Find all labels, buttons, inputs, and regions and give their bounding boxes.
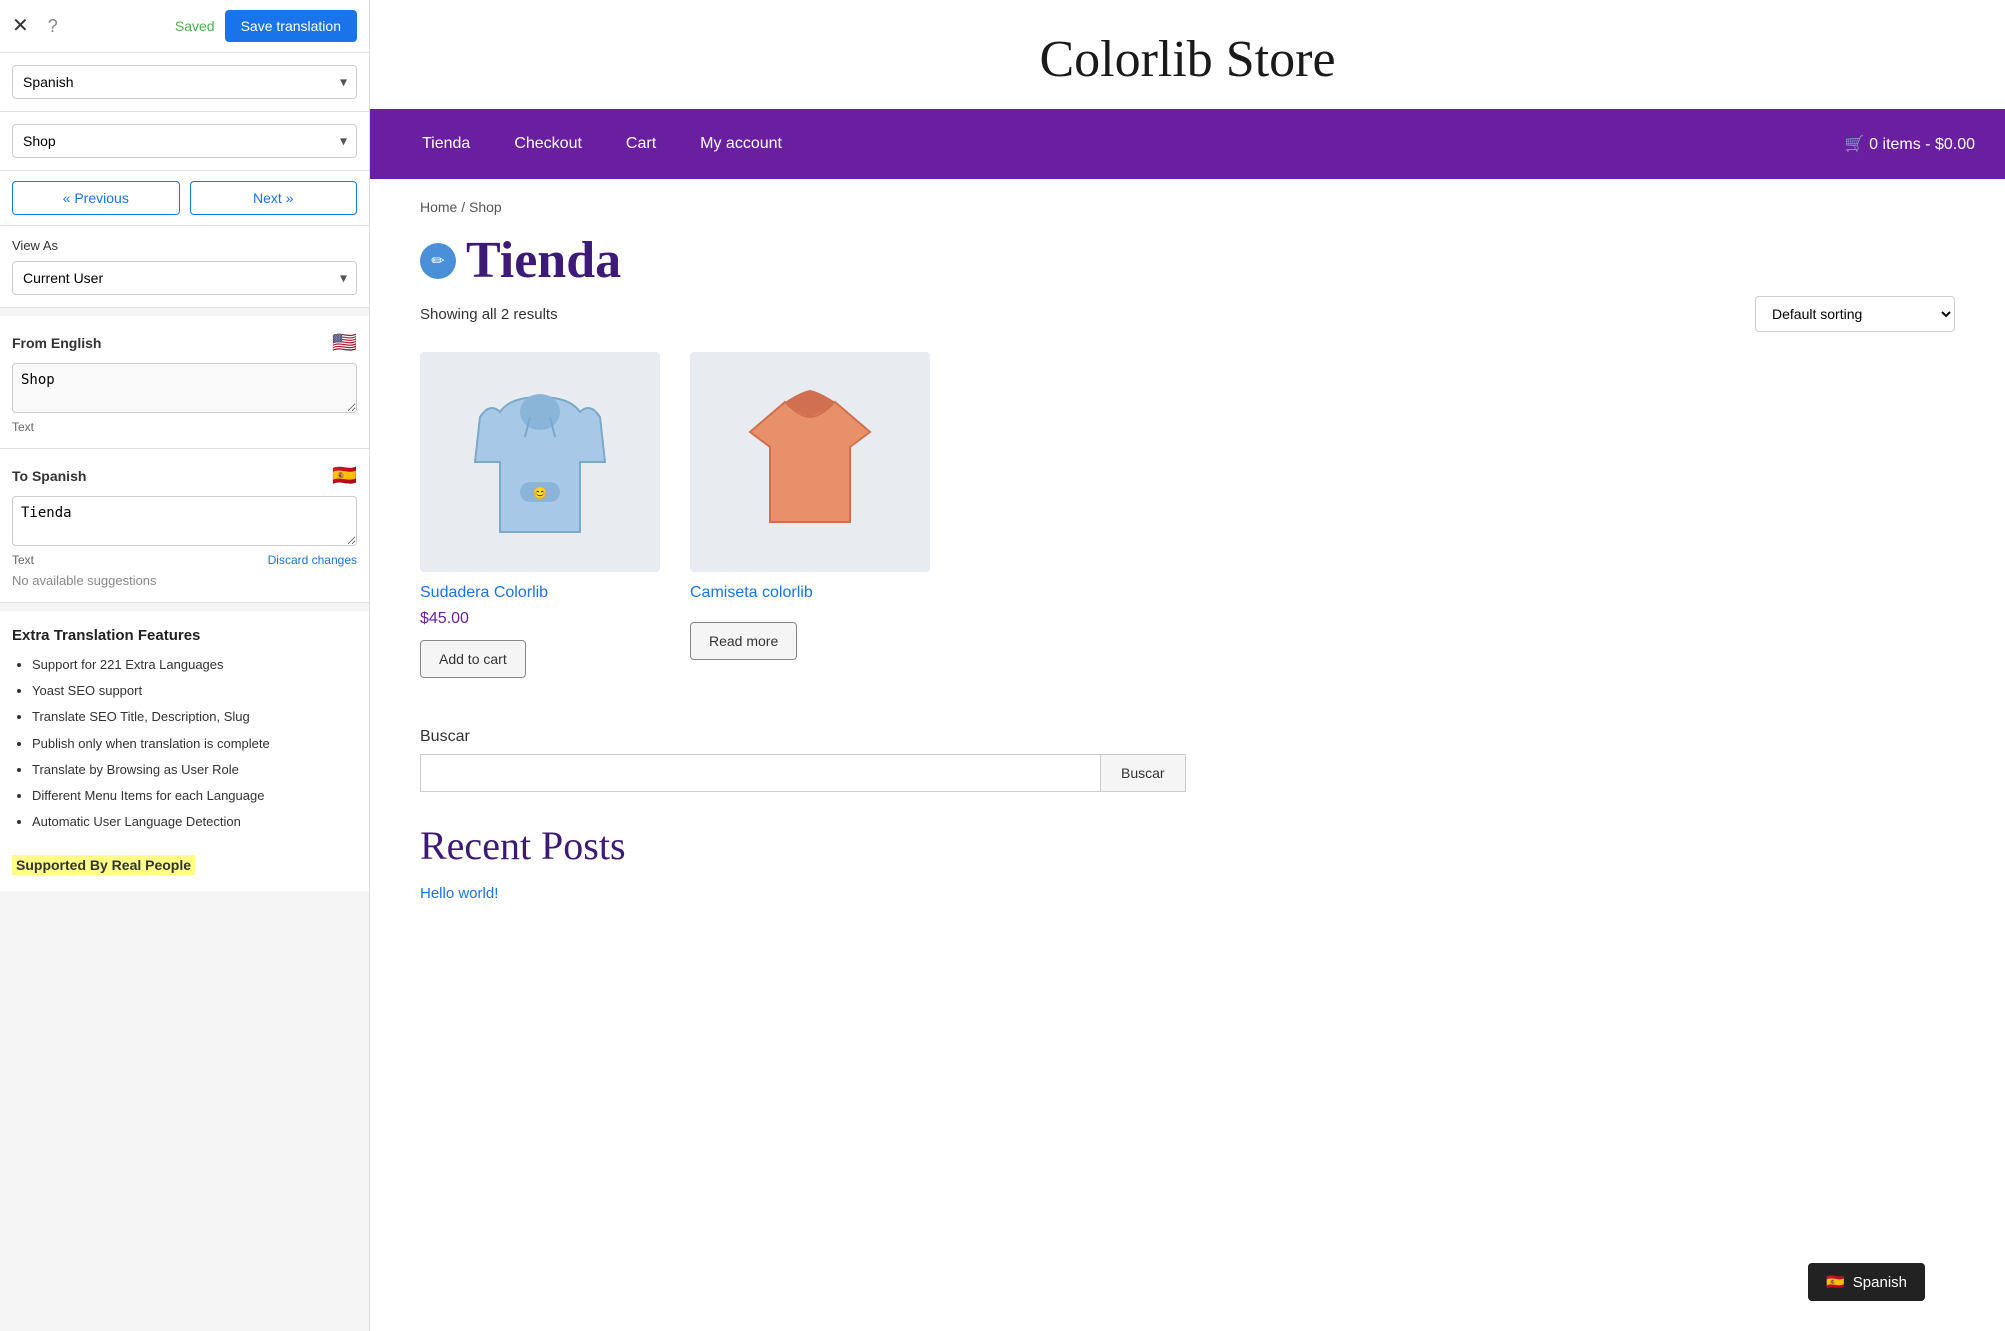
svg-text:😊: 😊	[533, 486, 548, 500]
products-grid: 😊 Sudadera Colorlib $45.00 Add to cart	[420, 352, 1955, 678]
list-item: Publish only when translation is complet…	[32, 735, 357, 753]
read-more-button[interactable]: Read more	[690, 622, 797, 660]
edit-icon[interactable]: ✏	[420, 243, 456, 279]
recent-post-link[interactable]: Hello world!	[420, 885, 498, 902]
list-item: Automatic User Language Detection	[32, 813, 357, 831]
previous-button[interactable]: « Previous	[12, 181, 180, 215]
from-lang-header: From English 🇺🇸	[12, 330, 357, 355]
results-text: Showing all 2 results	[420, 306, 558, 323]
sort-select[interactable]: Default sorting Sort by price: low to hi…	[1755, 296, 1955, 332]
nav-tienda[interactable]: Tienda	[400, 109, 492, 179]
language-select-wrapper: Spanish French German Italian Portuguese…	[12, 65, 357, 99]
product-price: $45.00	[420, 610, 660, 628]
features-list: Support for 221 Extra Languages Yoast SE…	[12, 656, 357, 831]
save-translation-button[interactable]: Save translation	[225, 10, 357, 42]
to-lang-header: To Spanish 🇪🇸	[12, 463, 357, 488]
language-select[interactable]: Spanish French German Italian Portuguese	[12, 65, 357, 99]
search-input[interactable]	[420, 754, 1100, 792]
supported-label: Supported By Real People	[12, 855, 195, 875]
from-english-input[interactable]: Shop	[12, 363, 357, 413]
product-image-tshirt	[690, 352, 930, 572]
list-item: Translate by Browsing as User Role	[32, 761, 357, 779]
page-heading-wrapper: ✏ Tienda	[420, 231, 1955, 290]
search-row: Buscar	[420, 754, 1955, 792]
sidebar-top-bar: ✕ ? Saved Save translation	[0, 0, 369, 53]
translation-sidebar: ✕ ? Saved Save translation Spanish Frenc…	[0, 0, 370, 1331]
search-section: Buscar Buscar	[420, 728, 1955, 792]
es-flag-icon: 🇪🇸	[332, 463, 357, 488]
tshirt-illustration	[740, 382, 880, 542]
to-lang-title: To Spanish	[12, 468, 86, 484]
search-label: Buscar	[420, 728, 1955, 746]
recent-posts-section: Recent Posts Hello world!	[420, 822, 1955, 902]
breadcrumb: Home / Shop	[420, 199, 1955, 215]
view-as-select[interactable]: Current User Administrator Guest	[12, 261, 357, 295]
es-flag-icon: 🇪🇸	[1826, 1273, 1845, 1291]
no-suggestions-text: No available suggestions	[12, 573, 357, 588]
nav-my-account[interactable]: My account	[678, 109, 804, 179]
from-english-section: From English 🇺🇸 Shop Text	[0, 316, 369, 449]
navigation-bar: Tienda Checkout Cart My account 🛒 0 item…	[370, 109, 2005, 179]
recent-posts-title: Recent Posts	[420, 822, 1955, 869]
list-item: Support for 221 Extra Languages	[32, 656, 357, 674]
list-item: Different Menu Items for each Language	[32, 787, 357, 805]
store-title: Colorlib Store	[370, 0, 2005, 109]
product-card: Camiseta colorlib Read more	[690, 352, 930, 678]
main-content-area: Colorlib Store Tienda Checkout Cart My a…	[370, 0, 2005, 1331]
results-sort-row: Showing all 2 results Default sorting So…	[420, 296, 1955, 332]
help-button[interactable]: ?	[39, 12, 67, 40]
next-button[interactable]: Next »	[190, 181, 358, 215]
close-button[interactable]: ✕	[12, 16, 29, 36]
view-as-section: View As Current User Administrator Guest…	[0, 226, 369, 308]
product-card: 😊 Sudadera Colorlib $45.00 Add to cart	[420, 352, 660, 678]
page-content: Home / Shop ✏ Tienda Showing all 2 resul…	[370, 179, 2005, 1331]
nav-buttons-section: « Previous Next »	[0, 171, 369, 226]
search-button[interactable]: Buscar	[1100, 754, 1186, 792]
page-section: Shop Home Checkout Cart My account ▾	[0, 112, 369, 171]
hoodie-illustration: 😊	[470, 382, 610, 542]
view-as-label: View As	[12, 238, 357, 253]
nav-checkout[interactable]: Checkout	[492, 109, 604, 179]
page-heading: Tienda	[466, 231, 621, 290]
language-switch-button[interactable]: 🇪🇸 Spanish	[1808, 1263, 1925, 1301]
cart-info[interactable]: 🛒 0 items - $0.00	[1845, 134, 1975, 154]
product-image-hoodie: 😊	[420, 352, 660, 572]
discard-changes-button[interactable]: Discard changes	[268, 553, 357, 567]
list-item: Yoast SEO support	[32, 682, 357, 700]
saved-status: Saved	[175, 18, 215, 34]
lang-button-label: Spanish	[1853, 1274, 1907, 1291]
extra-features-section: Extra Translation Features Support for 2…	[0, 611, 369, 891]
product-name: Camiseta colorlib	[690, 584, 930, 602]
to-type-label: Text	[12, 553, 34, 567]
add-to-cart-button[interactable]: Add to cart	[420, 640, 526, 678]
language-section: Spanish French German Italian Portuguese…	[0, 53, 369, 112]
product-name: Sudadera Colorlib	[420, 584, 660, 602]
us-flag-icon: 🇺🇸	[332, 330, 357, 355]
list-item: Translate SEO Title, Description, Slug	[32, 708, 357, 726]
from-input-meta: Text	[12, 420, 357, 434]
nav-cart[interactable]: Cart	[604, 109, 678, 179]
from-type-label: Text	[12, 420, 34, 434]
page-select-wrapper: Shop Home Checkout Cart My account ▾	[12, 124, 357, 158]
from-lang-title: From English	[12, 335, 101, 351]
view-as-select-wrapper: Current User Administrator Guest ▾	[12, 261, 357, 295]
to-spanish-input[interactable]: Tienda	[12, 496, 357, 546]
extra-features-title: Extra Translation Features	[12, 627, 357, 644]
to-input-meta: Text Discard changes	[12, 553, 357, 567]
to-spanish-section: To Spanish 🇪🇸 Tienda Text Discard change…	[0, 449, 369, 603]
page-select[interactable]: Shop Home Checkout Cart My account	[12, 124, 357, 158]
